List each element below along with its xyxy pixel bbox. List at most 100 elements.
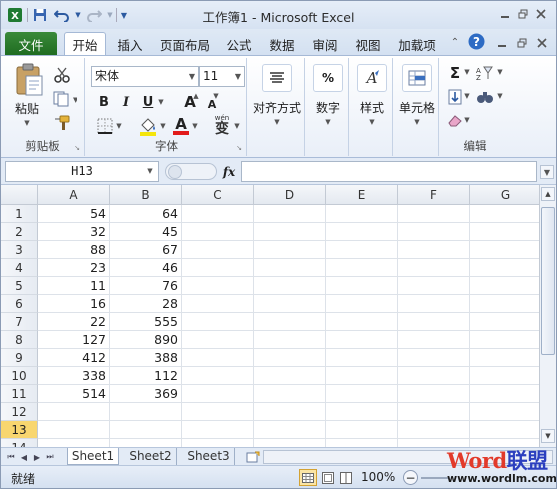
column-header-c[interactable]: C: [182, 185, 254, 205]
sort-dropdown-icon[interactable]: ▼: [496, 68, 504, 76]
cell-g4[interactable]: [470, 259, 539, 277]
tab-home[interactable]: 开始: [64, 32, 106, 56]
autosum-dropdown-icon[interactable]: ▼: [463, 68, 471, 76]
close-icon[interactable]: [532, 6, 550, 22]
cell-a3[interactable]: 88: [38, 241, 110, 259]
cell-b1[interactable]: 64: [110, 205, 182, 223]
cell-e11[interactable]: [326, 385, 398, 403]
clear-icon[interactable]: [447, 112, 463, 128]
font-name-select[interactable]: 宋体 ▼: [91, 66, 199, 87]
cell-f5[interactable]: [398, 277, 470, 295]
insert-sheet-icon[interactable]: [245, 450, 261, 464]
cell-c8[interactable]: [182, 331, 254, 349]
cell-f4[interactable]: [398, 259, 470, 277]
cell-d6[interactable]: [254, 295, 326, 313]
cell-c10[interactable]: [182, 367, 254, 385]
cell-g2[interactable]: [470, 223, 539, 241]
cell-b14[interactable]: [110, 439, 182, 447]
cell-c5[interactable]: [182, 277, 254, 295]
cell-a1[interactable]: 54: [38, 205, 110, 223]
worksheet-grid[interactable]: A B C D E F G 1 54 64 2 32 45 3 88 67 4 23 46 5 11 76 6 16 28 7 22…: [1, 185, 539, 447]
paste-dropdown-icon[interactable]: ▼: [19, 118, 35, 128]
cell-b3[interactable]: 67: [110, 241, 182, 259]
cell-g10[interactable]: [470, 367, 539, 385]
cell-a10[interactable]: 338: [38, 367, 110, 385]
row-header-5[interactable]: 5: [1, 277, 38, 295]
column-header-b[interactable]: B: [110, 185, 182, 205]
row-header-4[interactable]: 4: [1, 259, 38, 277]
cell-g6[interactable]: [470, 295, 539, 313]
row-header-13[interactable]: 13: [1, 421, 38, 439]
cell-c6[interactable]: [182, 295, 254, 313]
select-all-corner[interactable]: [1, 185, 38, 205]
cell-c4[interactable]: [182, 259, 254, 277]
cell-c1[interactable]: [182, 205, 254, 223]
clear-dropdown-icon[interactable]: ▼: [463, 116, 471, 124]
cell-b9[interactable]: 388: [110, 349, 182, 367]
sheet-tab-1[interactable]: Sheet1: [67, 448, 119, 465]
cell-b11[interactable]: 369: [110, 385, 182, 403]
cell-f8[interactable]: [398, 331, 470, 349]
cell-f12[interactable]: [398, 403, 470, 421]
cell-f9[interactable]: [398, 349, 470, 367]
row-header-2[interactable]: 2: [1, 223, 38, 241]
scroll-down-icon[interactable]: ▼: [541, 429, 555, 443]
cell-d10[interactable]: [254, 367, 326, 385]
cell-a6[interactable]: 16: [38, 295, 110, 313]
cells-group[interactable]: 单元格 ▼: [395, 58, 439, 156]
cell-e9[interactable]: [326, 349, 398, 367]
cell-b8[interactable]: 890: [110, 331, 182, 349]
cell-g5[interactable]: [470, 277, 539, 295]
vertical-scrollbar[interactable]: ▲ ▼: [539, 185, 556, 447]
cell-e6[interactable]: [326, 295, 398, 313]
cell-g3[interactable]: [470, 241, 539, 259]
help-icon[interactable]: ?: [468, 33, 485, 50]
cell-a4[interactable]: 23: [38, 259, 110, 277]
cell-e13[interactable]: [326, 421, 398, 439]
cell-g9[interactable]: [470, 349, 539, 367]
paste-icon[interactable]: [13, 62, 45, 96]
name-box[interactable]: H13: [5, 161, 159, 182]
tab-insert[interactable]: 插入: [112, 32, 148, 56]
cell-d13[interactable]: [254, 421, 326, 439]
last-sheet-icon[interactable]: ⏭: [44, 451, 56, 463]
cell-e7[interactable]: [326, 313, 398, 331]
tab-view[interactable]: 视图: [350, 32, 386, 56]
cell-a9[interactable]: 412: [38, 349, 110, 367]
tab-file[interactable]: 文件: [5, 32, 57, 56]
cell-e1[interactable]: [326, 205, 398, 223]
cell-f1[interactable]: [398, 205, 470, 223]
wb-minimize-icon[interactable]: [493, 35, 511, 51]
restore-icon[interactable]: [514, 6, 532, 22]
alignment-group[interactable]: 对齐方式 ▼: [249, 58, 305, 156]
borders-icon[interactable]: [95, 116, 115, 136]
number-group[interactable]: % 数字 ▼: [307, 58, 349, 156]
cell-e5[interactable]: [326, 277, 398, 295]
cell-c11[interactable]: [182, 385, 254, 403]
fill-color-dropdown-icon[interactable]: ▼: [159, 122, 167, 130]
cell-c9[interactable]: [182, 349, 254, 367]
phonetic-icon[interactable]: wén 变: [211, 112, 233, 138]
italic-button[interactable]: I: [115, 92, 137, 112]
tab-addins[interactable]: 加载项: [394, 32, 440, 56]
page-break-view-icon[interactable]: [337, 469, 355, 486]
cell-d8[interactable]: [254, 331, 326, 349]
cell-f6[interactable]: [398, 295, 470, 313]
minimize-icon[interactable]: [496, 6, 514, 22]
phonetic-dropdown-icon[interactable]: ▼: [233, 122, 241, 130]
cell-a14[interactable]: [38, 439, 110, 447]
autosum-icon[interactable]: Σ: [447, 64, 463, 82]
format-painter-icon[interactable]: [52, 114, 72, 132]
cell-g7[interactable]: [470, 313, 539, 331]
cell-e4[interactable]: [326, 259, 398, 277]
font-launcher-icon[interactable]: ↘: [235, 144, 243, 152]
cell-c14[interactable]: [182, 439, 254, 447]
scroll-up-icon[interactable]: ▲: [541, 187, 555, 201]
styles-group[interactable]: A 样式 ▼: [351, 58, 393, 156]
cell-a12[interactable]: [38, 403, 110, 421]
cell-b13[interactable]: [110, 421, 182, 439]
formula-bar-splitter-icon[interactable]: [165, 163, 217, 180]
cell-e12[interactable]: [326, 403, 398, 421]
first-sheet-icon[interactable]: ⏮: [5, 451, 17, 463]
column-header-g[interactable]: G: [470, 185, 539, 205]
